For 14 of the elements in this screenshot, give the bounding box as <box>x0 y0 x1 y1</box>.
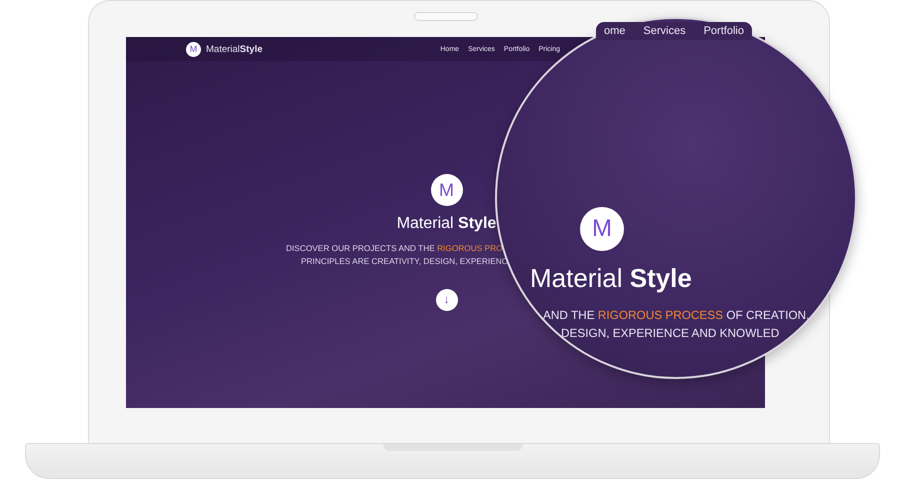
scroll-down-button[interactable]: ↓ <box>436 289 458 311</box>
camera-icon <box>414 12 478 21</box>
hero-title: Material Style <box>396 215 496 233</box>
nav-link[interactable]: Portfolio <box>704 25 744 37</box>
brand-name: MaterialStyle <box>206 44 263 54</box>
logo-icon: M <box>430 174 462 206</box>
hero-tagline: DISCOVER OUR PROJECTS AND THE RIGOROUS PRO <box>286 242 503 255</box>
hero-tagline: DESIGN, EXPERIENCE AND KNOWLED <box>561 325 780 342</box>
nav-link[interactable]: Services <box>643 25 686 37</box>
hero-tagline: AND THE RIGOROUS PROCESS OF CREATION. <box>543 307 810 324</box>
logo-icon: M <box>580 207 624 251</box>
logo-icon: M <box>186 42 201 56</box>
nav-link[interactable]: ome <box>604 25 626 37</box>
hero-title: Material Style <box>530 263 693 294</box>
